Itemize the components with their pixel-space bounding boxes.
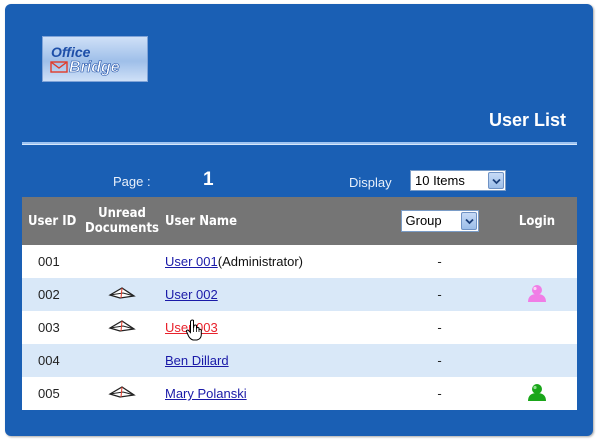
logo-line1: Office — [51, 44, 91, 60]
user-table: User ID Unread Documents User Name Group… — [22, 197, 577, 410]
user-list-panel: Office Bridge User List Page : 1 Display… — [5, 4, 593, 436]
chevron-down-icon[interactable] — [488, 172, 504, 189]
user-name-link[interactable]: User 001 — [165, 254, 218, 269]
col-header-group: Group — [382, 197, 497, 245]
envelope-icon[interactable] — [107, 385, 137, 399]
user-name-link[interactable]: Mary Polanski — [165, 386, 247, 401]
login-cell — [497, 311, 577, 344]
logo-line2: Bridge — [69, 59, 120, 76]
officebridge-logo[interactable]: Office Bridge — [42, 36, 148, 82]
col-header-unread-line2: Documents — [84, 221, 159, 236]
col-header-unread[interactable]: Unread Documents — [82, 197, 162, 245]
login-cell — [497, 278, 577, 311]
group-filter-value: Group — [405, 213, 442, 228]
group-cell: - — [382, 278, 497, 311]
envelope-icon[interactable] — [107, 286, 137, 300]
page-title: User List — [488, 110, 566, 130]
header-divider — [22, 142, 577, 145]
col-header-user-id[interactable]: User ID — [22, 197, 82, 245]
envelope-icon[interactable] — [107, 319, 137, 333]
user-name-cell: Mary Polanski — [162, 377, 382, 410]
table-row: 004 Ben Dillard - — [22, 344, 577, 377]
user-id-cell: 003 — [22, 311, 82, 344]
col-header-unread-line1: Unread — [98, 206, 146, 221]
user-icon — [528, 384, 546, 401]
unread-cell — [82, 278, 162, 311]
display-count-value: 10 Items — [415, 173, 465, 188]
group-cell: - — [382, 344, 497, 377]
user-icon — [528, 285, 546, 302]
user-id-cell: 001 — [22, 245, 82, 278]
user-name-cell: User 003 — [162, 311, 382, 344]
table-row: 001 User 001(Administrator) - — [22, 245, 577, 278]
logo-graphic: Office Bridge — [50, 44, 120, 76]
chevron-down-icon[interactable] — [460, 212, 477, 230]
user-id-cell: 002 — [22, 278, 82, 311]
col-header-user-name[interactable]: User Name — [162, 197, 382, 245]
group-cell: - — [382, 377, 497, 410]
group-cell: - — [382, 311, 497, 344]
unread-cell — [82, 311, 162, 344]
login-cell — [497, 344, 577, 377]
user-id-cell: 004 — [22, 344, 82, 377]
login-cell — [497, 245, 577, 278]
user-id-cell: 005 — [22, 377, 82, 410]
table-row: 005 Mary Polanski - — [22, 377, 577, 410]
user-name-link[interactable]: User 002 — [165, 287, 218, 302]
group-cell: - — [382, 245, 497, 278]
user-name-cell: User 002 — [162, 278, 382, 311]
display-count-select[interactable]: 10 Items — [410, 170, 506, 191]
hand-cursor-icon — [185, 319, 202, 341]
page-label: Page : — [113, 174, 151, 189]
group-filter-select[interactable]: Group — [400, 210, 479, 232]
table-row: 002 User 002 - — [22, 278, 577, 311]
user-name-cell: User 001(Administrator) — [162, 245, 382, 278]
unread-cell — [82, 344, 162, 377]
admin-tag: (Administrator) — [217, 254, 303, 269]
login-cell — [497, 377, 577, 410]
unread-cell — [82, 245, 162, 278]
user-name-link[interactable]: Ben Dillard — [165, 353, 229, 368]
table-header-row: User ID Unread Documents User Name Group… — [22, 197, 577, 245]
unread-cell — [82, 377, 162, 410]
table-row: 003 User 003 - — [22, 311, 577, 344]
page-number: 1 — [203, 169, 214, 190]
pagination-toolbar: Page : 1 Display 10 Items — [5, 162, 593, 192]
user-name-cell: Ben Dillard — [162, 344, 382, 377]
display-label: Display — [349, 175, 392, 190]
col-header-login: Login — [518, 213, 556, 229]
